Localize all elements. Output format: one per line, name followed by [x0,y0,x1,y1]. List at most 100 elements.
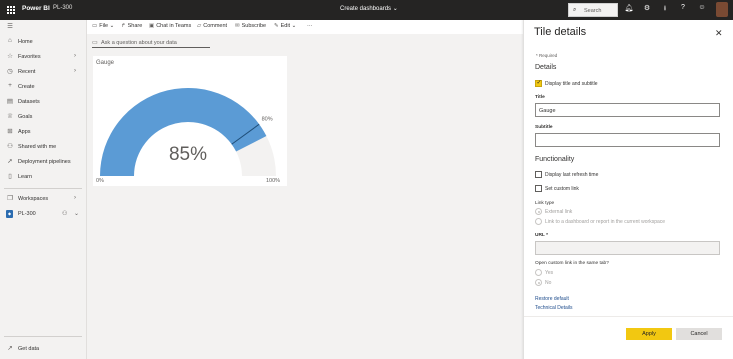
nav-label: Home [18,39,33,45]
nav-item-shared[interactable]: ⚇ Shared with me [0,140,87,154]
nav-label: Datasets [18,99,40,105]
close-icon[interactable]: ✕ [715,28,723,39]
nav-divider [4,336,82,337]
nav-item-create[interactable]: + Create [0,80,87,94]
nav-item-recent[interactable]: ◷ Recent › [0,65,87,79]
display-title-checkbox[interactable] [535,79,542,87]
chat-in-teams-button[interactable]: ▣ Chat in Teams [149,23,191,29]
workspace-badge-icon: ◆ [6,210,13,218]
app-launcher-icon[interactable] [7,6,15,14]
chat-bubble-icon: ▭ [92,40,98,46]
edit-button[interactable]: ✎ Edit ⌄ [274,23,296,29]
nav-item-learn[interactable]: ▯ Learn [0,170,87,184]
nav-item-apps[interactable]: ⊞ Apps [0,125,87,139]
comment-icon: ▱ [197,23,202,29]
nav-label: Get data [18,346,40,352]
nav-label: Apps [18,129,31,135]
yes-radio[interactable] [535,269,542,276]
clock-icon: ◷ [7,68,13,75]
nav-label: Recent [18,69,36,75]
gauge-value-label: 85% [169,144,207,165]
nav-item-pl300[interactable]: ◆ PL-300 ⚇ ⌄ [0,207,87,221]
title-input-value: Gauge [539,107,556,114]
panel-title: Tile details [534,26,587,38]
left-nav: ☰ ⌂ Home ☆ Favorites › ◷ Recent › + Create ▤ Da… [0,20,87,359]
share-button[interactable]: ↱ Share [121,23,142,29]
last-refresh-checkbox[interactable] [535,171,542,178]
apps-icon: ⊞ [7,128,13,135]
url-input[interactable] [535,241,720,255]
subtitle-label: Subtitle [535,125,553,130]
get-data-button[interactable]: ↗ Get data [0,342,87,356]
download-icon[interactable]: ⭳ [659,4,671,15]
hamburger-icon: ☰ [7,23,13,30]
last-refresh-label: Display last refresh time [545,172,599,178]
chevron-right-icon: › [74,68,76,74]
file-menu[interactable]: ▭ File ⌄ [92,23,114,29]
chevron-down-icon: ⌄ [74,211,80,217]
workspaces-icon: ❐ [7,195,13,202]
title-input[interactable]: Gauge [535,103,720,117]
nav-item-workspaces[interactable]: ❐ Workspaces › [0,192,87,206]
nav-label: Learn [18,174,33,180]
restore-default-link[interactable]: Restore default [535,296,569,302]
functionality-heading: Functionality [535,156,575,163]
brand-name[interactable]: Power BI [22,5,50,12]
required-note: * Required [536,53,558,58]
qa-placeholder: Ask a question about your data [101,39,177,46]
nav-item-datasets[interactable]: ▤ Datasets [0,95,87,109]
nav-item-goals[interactable]: ♕ Goals [0,110,87,124]
star-icon: ☆ [7,53,13,60]
panel-footer: Apply Cancel [524,316,733,359]
get-data-icon: ↗ [7,345,13,352]
more-options-button[interactable]: ··· [307,23,313,29]
share-icon: ↱ [121,23,126,29]
nav-label: Favorites [18,54,41,60]
technical-details-link[interactable]: Technical Details [535,305,573,311]
chevron-right-icon: › [74,195,76,201]
external-link-radio[interactable] [535,208,542,215]
home-icon: ⌂ [8,37,12,44]
smiley-icon[interactable]: ☺ [696,4,708,11]
workspace-breadcrumb[interactable]: PL-300 [53,5,72,11]
apply-button[interactable]: Apply [626,328,672,340]
pencil-icon: ✎ [274,23,279,29]
qa-input[interactable]: ▭ Ask a question about your data [92,38,210,48]
bell-icon[interactable]: 🔔︎ [623,4,635,12]
gauge-tile[interactable]: Gauge 85% 0% 100% 80% [93,56,287,186]
file-label: File [99,23,109,29]
yes-label: Yes [545,270,554,276]
nav-label: Workspaces [18,196,49,202]
file-icon: ▭ [92,23,98,29]
nav-divider [4,188,82,189]
chevron-right-icon: › [74,53,76,59]
open-same-tab-label: Open custom link in the same tab? [535,261,609,266]
nav-collapse[interactable]: ☰ [0,20,87,34]
search-box[interactable]: ⌕ Search [568,3,618,17]
subtitle-input[interactable] [535,133,720,147]
mail-icon: ✉ [235,23,240,29]
nav-item-home[interactable]: ⌂ Home [0,35,87,49]
link-type-label: Link type [535,201,555,206]
tile-details-panel: Tile details ✕ * Required Details Displa… [524,20,733,359]
avatar[interactable] [716,2,728,17]
nav-label: Create [18,84,35,90]
dashboard-link-radio[interactable] [535,218,542,225]
toolbar: ▭ File ⌄ ↱ Share ▣ Chat in Teams ▱ Comment ✉… [87,20,523,34]
share-label: Share [127,23,143,29]
nav-item-favorites[interactable]: ☆ Favorites › [0,50,87,64]
no-radio[interactable] [535,279,542,286]
database-icon: ▤ [6,98,14,105]
help-icon[interactable]: ? [677,4,689,11]
custom-link-checkbox[interactable] [535,185,542,192]
gear-icon[interactable]: ⚙ [641,4,653,12]
dashboard-title[interactable]: Create dashboards ⌄ [340,5,398,12]
subscribe-button[interactable]: ✉ Subscribe [235,23,266,29]
comment-button[interactable]: ▱ Comment [197,23,227,29]
subscribe-label: Subscribe [241,23,267,29]
cancel-button[interactable]: Cancel [676,328,722,340]
display-title-label: Display title and subtitle [545,81,598,87]
search-placeholder: Search [584,7,602,14]
nav-label: Goals [18,114,33,120]
nav-item-deployment[interactable]: ➚ Deployment pipelines [0,155,87,169]
